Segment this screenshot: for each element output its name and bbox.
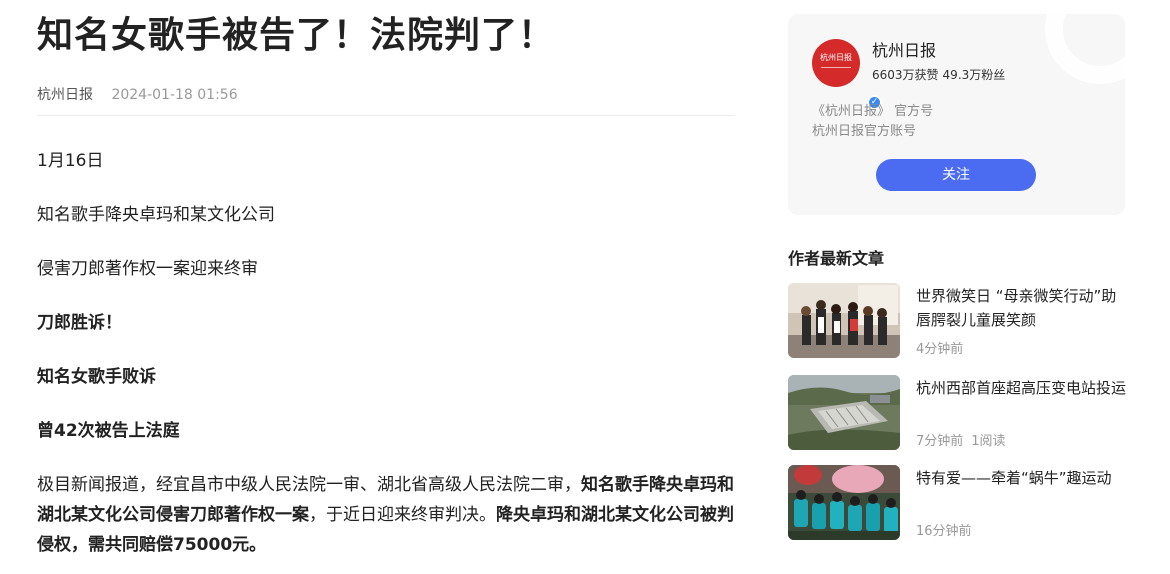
latest-article-time: 7分钟前 xyxy=(916,434,964,449)
follow-button[interactable]: 关注 xyxy=(876,159,1036,191)
report-text: 极目新闻报道，经宜昌市中级人民法院一审、湖北省高级人民法院二审， xyxy=(37,475,581,495)
thumbnail-image xyxy=(788,283,900,358)
latest-article-item[interactable]: 特有爱——牵着“蜗牛”趣运动 16分钟前 xyxy=(788,464,1128,542)
article-paragraph: 1月16日 xyxy=(37,151,104,171)
latest-article-title[interactable]: 特有爱——牵着“蜗牛”趣运动 xyxy=(916,466,1128,490)
card-decoration xyxy=(1045,14,1125,84)
likes-count: 6603万获赞 xyxy=(872,68,939,82)
author-card: 杭州日报 ✓ 杭州日报 6603万获赞 49.3万粉丝 《杭州日报》 官方号 杭州… xyxy=(788,14,1125,215)
article-thumbnail[interactable] xyxy=(788,283,900,358)
article-thumbnail[interactable] xyxy=(788,375,900,450)
latest-articles-heading: 作者最新文章 xyxy=(788,249,885,268)
article-paragraph-bold: 刀郎胜诉！ xyxy=(37,313,122,333)
latest-article-meta: 7分钟前 1阅读 xyxy=(916,433,1006,451)
latest-article-title[interactable]: 杭州西部首座超高压变电站投运 xyxy=(916,376,1128,400)
fans-count: 49.3万粉丝 xyxy=(942,68,1006,82)
divider xyxy=(37,115,735,116)
article-time: 2024-01-18 01:56 xyxy=(111,87,238,103)
latest-article-meta: 16分钟前 xyxy=(916,523,972,541)
author-stats: 6603万获赞 49.3万粉丝 xyxy=(872,67,1005,83)
official-account-line: 《杭州日报》 官方号 xyxy=(812,104,934,119)
article-source[interactable]: 杭州日报 xyxy=(37,87,93,103)
report-text: ，于近日迎来终审判决。 xyxy=(309,505,496,525)
article-paragraph: 侵害刀郎著作权一案迎来终审 xyxy=(37,259,258,279)
article-paragraph-report: 极目新闻报道，经宜昌市中级人民法院一审、湖北省高级人民法院二审，知名歌手降央卓玛… xyxy=(37,470,735,560)
author-name[interactable]: 杭州日报 xyxy=(872,41,936,61)
latest-article-time: 4分钟前 xyxy=(916,342,964,357)
latest-article-title[interactable]: 世界微笑日 “母亲微笑行动”助唇腭裂儿童展笑颜 xyxy=(916,284,1128,332)
article-paragraph-bold: 知名女歌手败诉 xyxy=(37,367,156,387)
avatar-logo-text: 杭州日报 xyxy=(820,53,852,62)
official-account-desc: 杭州日报官方账号 xyxy=(812,124,917,139)
avatar[interactable]: 杭州日报 ✓ xyxy=(812,39,882,110)
avatar-logo-line xyxy=(821,67,851,68)
latest-article-item[interactable]: 杭州西部首座超高压变电站投运 7分钟前 1阅读 xyxy=(788,374,1128,452)
article-meta: 杭州日报 2024-01-18 01:56 xyxy=(37,86,238,104)
article-title: 知名女歌手被告了！法院判了！ xyxy=(37,15,556,56)
thumbnail-image xyxy=(788,465,900,540)
thumbnail-image xyxy=(788,375,900,450)
latest-article-item[interactable]: 世界微笑日 “母亲微笑行动”助唇腭裂儿童展笑颜 4分钟前 xyxy=(788,282,1128,360)
latest-article-time: 16分钟前 xyxy=(916,524,972,539)
article-paragraph-bold: 曾42次被告上法庭 xyxy=(37,421,180,441)
article-thumbnail[interactable] xyxy=(788,465,900,540)
article-paragraph: 知名歌手降央卓玛和某文化公司 xyxy=(37,205,275,225)
latest-article-reads: 1阅读 xyxy=(971,434,1006,449)
latest-article-meta: 4分钟前 xyxy=(916,341,963,359)
